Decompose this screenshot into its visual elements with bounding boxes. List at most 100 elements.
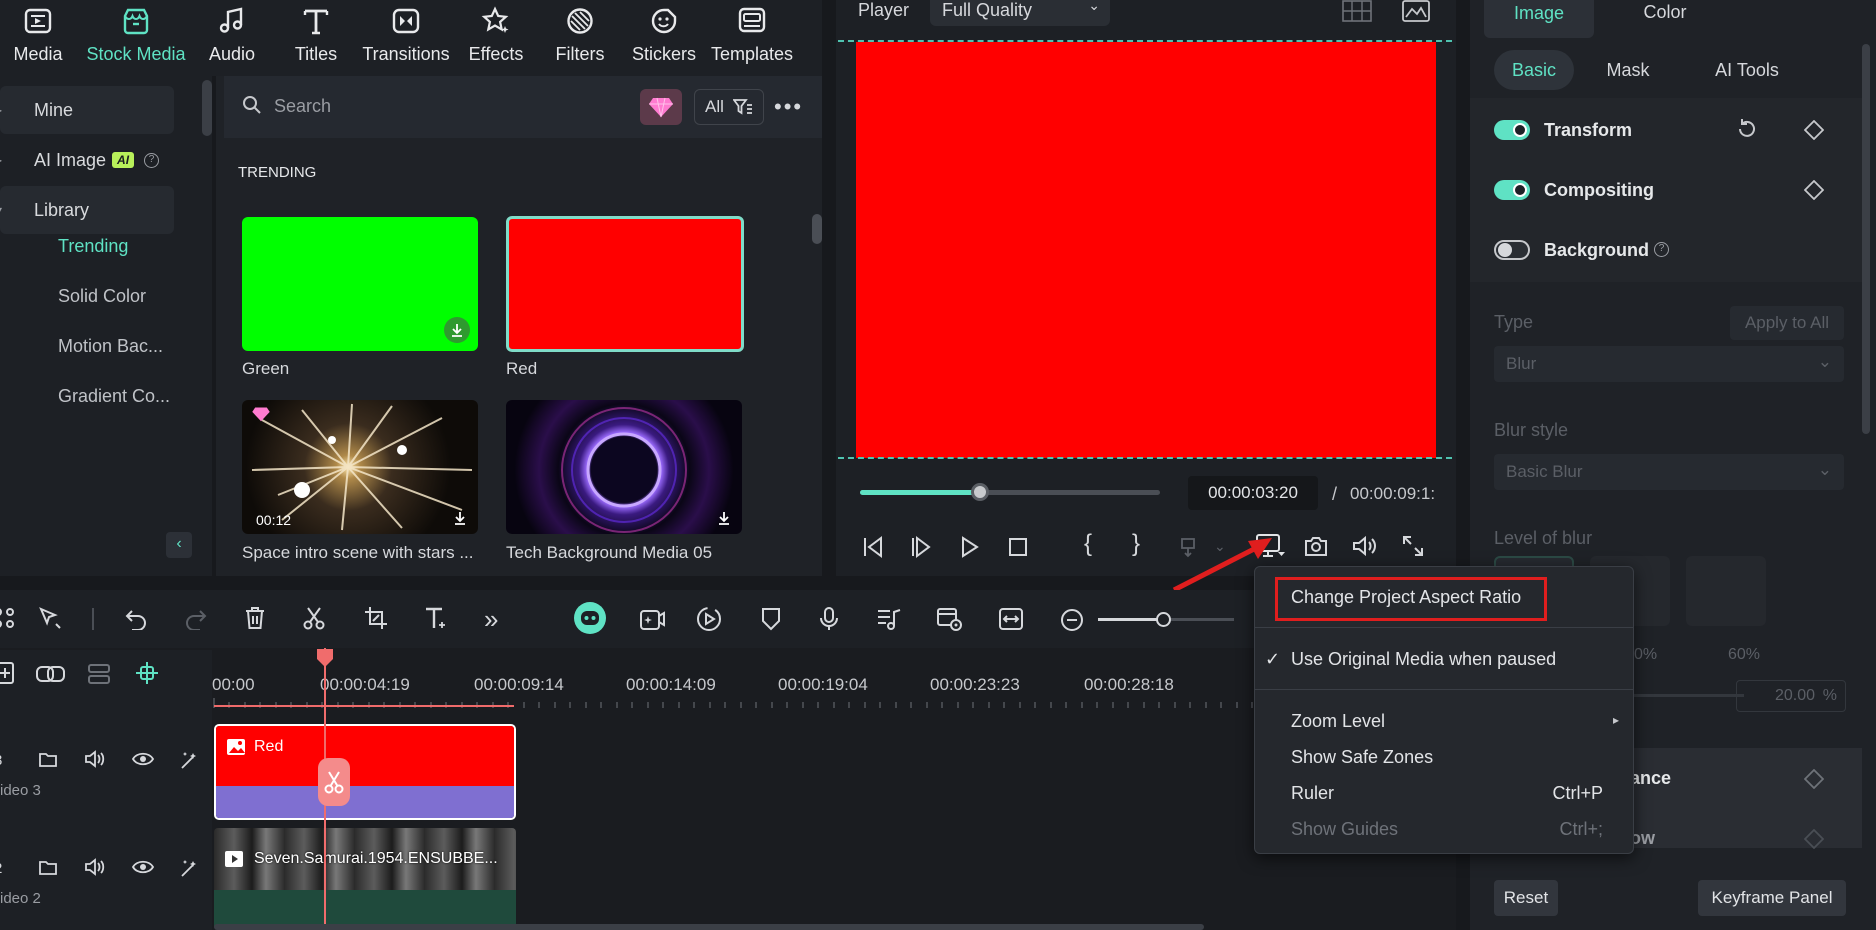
microphone-icon[interactable]	[818, 606, 840, 632]
download-icon[interactable]	[716, 510, 732, 526]
background-toggle[interactable]	[1494, 240, 1530, 260]
type-select[interactable]: Blur ⌄	[1494, 346, 1844, 382]
add-track-icon[interactable]	[0, 662, 16, 684]
next-frame-icon[interactable]	[910, 536, 932, 558]
keyframe-panel-button[interactable]: Keyframe Panel	[1698, 880, 1846, 916]
speaker-icon[interactable]	[84, 750, 106, 768]
eye-icon[interactable]	[132, 750, 154, 768]
timeline-clip-seven-samurai[interactable]: Seven.Samurai.1954.ENSUBBE...	[214, 828, 516, 930]
ai-video-icon[interactable]	[638, 606, 666, 632]
snapping-magnet-icon[interactable]	[134, 660, 160, 686]
sidebar-item-ai-image[interactable]: ▸ AI Image AI ?	[0, 136, 174, 184]
sidebar-item-library[interactable]: ▾ Library	[0, 186, 174, 234]
quality-dropdown[interactable]: Full Quality ⌄	[930, 0, 1110, 26]
media-thumb-space-intro[interactable]: 00:12	[242, 400, 478, 534]
folder-lock-icon[interactable]	[38, 750, 58, 768]
current-time[interactable]: 00:00:03:20	[1188, 476, 1318, 510]
eye-icon[interactable]	[132, 858, 154, 876]
premium-gem-button[interactable]	[640, 89, 682, 125]
collapse-sidebar-button[interactable]: ‹	[166, 532, 192, 558]
link-icon[interactable]	[36, 664, 66, 684]
blur-preset-60[interactable]	[1686, 556, 1766, 626]
help-icon[interactable]: ?	[144, 152, 160, 168]
previous-frame-icon[interactable]	[862, 536, 884, 558]
magic-wand-icon[interactable]	[180, 750, 200, 770]
split-scissors-icon[interactable]	[302, 606, 326, 630]
folder-lock-icon[interactable]	[38, 858, 58, 876]
sidebar-subitem-gradient-color[interactable]: Gradient Co...	[58, 386, 170, 407]
filter-all-dropdown[interactable]: All	[694, 89, 764, 125]
snapshot-camera-icon[interactable]	[1304, 535, 1328, 557]
compositing-toggle[interactable]	[1494, 180, 1530, 200]
media-scrollbar[interactable]	[812, 214, 822, 244]
menu-item-ruler[interactable]: Ruler	[1291, 783, 1334, 804]
stop-icon[interactable]	[1008, 537, 1028, 557]
reset-button[interactable]: Reset	[1494, 880, 1558, 916]
subtab-mask[interactable]: Mask	[1588, 50, 1668, 90]
more-options-icon[interactable]: •••	[774, 94, 803, 120]
redo-icon[interactable]	[184, 608, 208, 630]
sidebar-subitem-trending[interactable]: Trending	[58, 236, 128, 257]
crop-icon[interactable]	[364, 606, 388, 630]
scope-monitor-icon[interactable]	[1402, 0, 1430, 22]
blur-slider-track[interactable]	[1634, 694, 1744, 697]
zoom-slider[interactable]	[1098, 612, 1234, 627]
preview-render-icon[interactable]	[936, 606, 964, 632]
toolbar-media[interactable]: Media	[0, 6, 80, 65]
timeline-clip-red[interactable]: Red	[214, 724, 516, 820]
toolbar-transitions[interactable]: Transitions	[356, 6, 456, 65]
blur-style-select[interactable]: Basic Blur ⌄	[1494, 454, 1844, 490]
keyframe-diamond-icon[interactable]	[1804, 829, 1824, 849]
play-icon[interactable]	[960, 536, 980, 558]
select-pointer-icon[interactable]	[38, 606, 64, 630]
menu-item-use-original-media[interactable]: Use Original Media when paused	[1291, 649, 1556, 670]
toolbar-audio[interactable]: Audio	[190, 6, 274, 65]
toolbar-stickers[interactable]: Stickers	[622, 6, 706, 65]
toolbar-templates[interactable]: Templates	[702, 6, 802, 65]
speaker-icon[interactable]	[84, 858, 106, 876]
text-tool-icon[interactable]	[424, 606, 450, 630]
sidebar-subitem-solid-color[interactable]: Solid Color	[58, 286, 146, 307]
scrubber-handle[interactable]	[971, 483, 989, 501]
audio-mixer-icon[interactable]	[876, 606, 902, 632]
blur-value-input[interactable]: 20.00 %	[1736, 680, 1846, 712]
playhead-split-handle[interactable]	[318, 758, 350, 806]
sidebar-scrollbar[interactable]	[202, 80, 212, 136]
keyframe-diamond-icon[interactable]	[1804, 180, 1824, 200]
search-input[interactable]: Search	[274, 96, 331, 117]
layout-grid-icon[interactable]	[0, 606, 16, 630]
more-tools-icon[interactable]: »	[484, 604, 498, 635]
toolbar-titles[interactable]: Titles	[274, 6, 358, 65]
menu-item-change-aspect-ratio[interactable]: Change Project Aspect Ratio	[1291, 587, 1521, 608]
undo-icon[interactable]	[124, 608, 148, 630]
fullscreen-icon[interactable]	[1402, 535, 1424, 557]
toolbar-effects[interactable]: Effects	[454, 6, 538, 65]
tab-color[interactable]: Color	[1620, 2, 1710, 23]
panel-scrollbar[interactable]	[1862, 44, 1870, 434]
zoom-slider-handle[interactable]	[1156, 612, 1171, 627]
transform-toggle[interactable]	[1494, 120, 1530, 140]
subtab-ai-tools[interactable]: AI Tools	[1692, 50, 1802, 90]
mark-in-icon[interactable]: {	[1084, 530, 1092, 558]
download-icon[interactable]	[452, 510, 468, 526]
marker-shield-icon[interactable]	[760, 606, 782, 632]
playhead-handle[interactable]	[316, 648, 334, 668]
toolbar-filters[interactable]: Filters	[538, 6, 622, 65]
magic-wand-icon[interactable]	[180, 858, 200, 878]
timeline-scrollbar[interactable]	[214, 924, 1204, 930]
media-thumb-tech-background[interactable]	[506, 400, 742, 534]
menu-item-zoom-level[interactable]: Zoom Level	[1291, 711, 1385, 732]
toolbar-stock-media[interactable]: Stock Media	[86, 6, 186, 65]
volume-icon[interactable]	[1352, 535, 1378, 557]
help-icon[interactable]: ?	[1654, 242, 1669, 257]
sidebar-subitem-motion-backgrounds[interactable]: Motion Bac...	[58, 336, 163, 357]
delete-trash-icon[interactable]	[244, 606, 266, 630]
speed-play-icon[interactable]	[696, 606, 722, 632]
mark-out-icon[interactable]: }	[1132, 530, 1140, 558]
tab-image[interactable]: Image	[1484, 0, 1594, 38]
subtab-basic[interactable]: Basic	[1494, 50, 1574, 90]
fit-timeline-icon[interactable]	[998, 606, 1024, 632]
keyframe-diamond-icon[interactable]	[1804, 769, 1824, 789]
preview-canvas[interactable]	[856, 42, 1436, 458]
sidebar-item-mine[interactable]: ▸ Mine	[0, 86, 174, 134]
